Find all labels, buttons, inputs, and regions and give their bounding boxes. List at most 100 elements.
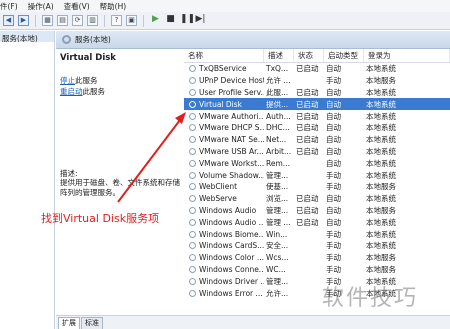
view-tabs: 扩展 标准 [56, 315, 450, 329]
view-icon[interactable]: ▣ [126, 15, 137, 26]
service-row[interactable]: Windows Conne... WC... 手动 本地服务 [184, 264, 450, 276]
service-row[interactable]: VMware NAT Se... Net... 已启动 自动 本地系统 [184, 134, 450, 146]
service-gear-icon [189, 171, 196, 179]
service-row[interactable]: Windows Color ... Wcs... 手动 本地服务 [184, 252, 450, 264]
service-name-text: Virtual Disk [199, 99, 243, 109]
service-startup-type: 自动 [326, 194, 341, 204]
toolbar-separator [35, 14, 36, 27]
service-name-text: VMware NAT Se... [199, 135, 264, 145]
service-row[interactable]: Windows Biome... Win... 手动 本地系统 [184, 228, 450, 240]
service-status: 已启动 [296, 123, 319, 133]
service-row[interactable]: Virtual Disk 提供... 已启动 自动 本地系统 [184, 98, 450, 111]
service-status: 已启动 [296, 111, 319, 121]
console-tree: 服务(本地) [0, 31, 55, 329]
service-name-text: Windows Biome... [199, 229, 264, 239]
service-row[interactable]: VMware DHCP S... DHC... 已启动 自动 本地系统 [184, 122, 450, 134]
service-row[interactable]: Windows Audio ... 管理 ... 已启动 自动 本地系统 [184, 216, 450, 228]
service-gear-icon [189, 206, 196, 214]
service-row[interactable]: VMware Workst... Rem... 自动 本地系统 [184, 157, 450, 169]
service-log-on-as: 本地系统 [366, 217, 396, 227]
service-log-on-as: 本地服务 [366, 205, 396, 215]
service-description: Win... [266, 229, 288, 239]
service-log-on-as: 本地系统 [366, 194, 396, 204]
service-description: 安全... [266, 241, 289, 251]
stop-service-link[interactable]: 停止 [60, 76, 75, 85]
toolbar-separator [143, 14, 144, 27]
service-startup-type: 自动 [326, 217, 341, 227]
service-gear-icon [189, 183, 196, 191]
service-startup-type: 手动 [326, 253, 341, 263]
service-row[interactable]: TxQBService TxQ... 已启动 自动 本地系统 [184, 63, 450, 75]
help-icon[interactable]: ? [111, 15, 122, 26]
service-description: TxQ... [266, 64, 289, 74]
restart-service-link[interactable]: 重启动 [60, 87, 83, 96]
service-status: 已启动 [296, 194, 319, 204]
service-description: Wcs... [266, 253, 289, 263]
stop-service-icon[interactable]: ■ [165, 15, 176, 26]
start-service-icon[interactable]: ▶ [150, 15, 161, 26]
service-row[interactable]: VMware USB Ar... Arbit... 已启动 自动 本地系统 [184, 146, 450, 158]
properties-icon[interactable]: ▤ [57, 15, 68, 26]
service-gear-icon [189, 77, 196, 85]
column-description[interactable]: 描述 [264, 49, 294, 62]
service-row[interactable]: VMware Authori... Auth... 已启动 自动 本地系统 [184, 110, 450, 122]
service-title: Virtual Disk [60, 53, 116, 63]
service-startup-type: 自动 [326, 99, 341, 109]
description-text: 提供用于磁盘、卷、文件系统和存储阵列的管理服务。 [60, 178, 180, 197]
service-name: VMware Authori... [184, 112, 264, 121]
service-gear-icon [189, 230, 196, 238]
service-name: Windows Audio [184, 206, 264, 215]
service-gear-icon [189, 136, 196, 144]
service-name-text: User Profile Serv... [199, 87, 264, 97]
service-row[interactable]: WebClient 使基... 手动 本地服务 [184, 181, 450, 193]
restart-service-icon[interactable]: ▶| [195, 15, 206, 26]
service-gear-icon [189, 65, 196, 73]
column-name[interactable]: 名称 [184, 49, 264, 62]
forward-icon[interactable]: ▶ [18, 15, 29, 26]
back-icon[interactable]: ◀ [3, 15, 14, 26]
tree-item-services-local[interactable]: 服务(本地) [0, 31, 54, 43]
tab-extended[interactable]: 扩展 [58, 317, 80, 329]
column-startup-type[interactable]: 启动类型 [324, 49, 364, 62]
service-row[interactable]: WebServe 浏览... 已启动 自动 本地系统 [184, 193, 450, 205]
service-description: 提供... [266, 99, 289, 109]
menu-view[interactable]: 查看(V) [64, 1, 90, 12]
service-description: 使基... [266, 182, 289, 192]
pause-service-icon[interactable]: ❚❚ [180, 15, 195, 26]
column-log-on-as[interactable]: 登录为 [364, 49, 450, 62]
service-log-on-as: 本地系统 [366, 241, 396, 251]
service-startup-type: 自动 [326, 123, 341, 133]
service-gear-icon [189, 124, 196, 132]
restart-service-action: 重启动此服务 [60, 86, 105, 97]
service-log-on-as: 本地系统 [366, 158, 396, 168]
service-gear-icon [189, 265, 196, 273]
service-row[interactable]: Windows Audio 管理... 已启动 自动 本地服务 [184, 205, 450, 217]
service-status: 已启动 [296, 64, 319, 74]
service-status: 已启动 [296, 99, 319, 109]
export-icon[interactable]: ▥ [87, 15, 98, 26]
service-name-text: Windows CardS... [199, 241, 264, 251]
service-name: Windows CardS... [184, 241, 264, 250]
menu-file[interactable]: 件(F) [0, 1, 18, 12]
column-status[interactable]: 状态 [294, 49, 324, 62]
stop-service-action: 停止此服务 [60, 75, 98, 86]
service-description: 管理... [266, 276, 289, 286]
service-name-text: Windows Audio [199, 205, 257, 215]
service-log-on-as: 本地系统 [366, 146, 396, 156]
console-tree-icon[interactable]: ▦ [42, 15, 53, 26]
tab-standard[interactable]: 标准 [81, 317, 103, 329]
service-row[interactable]: User Profile Serv... 此服... 已启动 自动 本地系统 [184, 87, 450, 99]
menu-action[interactable]: 操作(A) [28, 1, 54, 12]
service-name: VMware USB Ar... [184, 147, 264, 156]
menu-help[interactable]: 帮助(H) [100, 1, 127, 12]
service-name-text: Windows Driver ... [199, 276, 264, 286]
service-gear-icon [189, 159, 196, 167]
service-log-on-as: 本地系统 [366, 123, 396, 133]
service-name: Windows Biome... [184, 230, 264, 239]
service-name: UPnP Device Host [184, 76, 264, 85]
refresh-icon[interactable]: ⟳ [72, 15, 83, 26]
service-row[interactable]: Volume Shadow... 管理... 手动 本地系统 [184, 169, 450, 181]
service-row[interactable]: Windows CardS... 安全... 手动 本地系统 [184, 240, 450, 252]
service-row[interactable]: UPnP Device Host 允许 ... 手动 本地服务 [184, 75, 450, 87]
menu-bar: 件(F) 操作(A) 查看(V) 帮助(H) [0, 0, 450, 12]
